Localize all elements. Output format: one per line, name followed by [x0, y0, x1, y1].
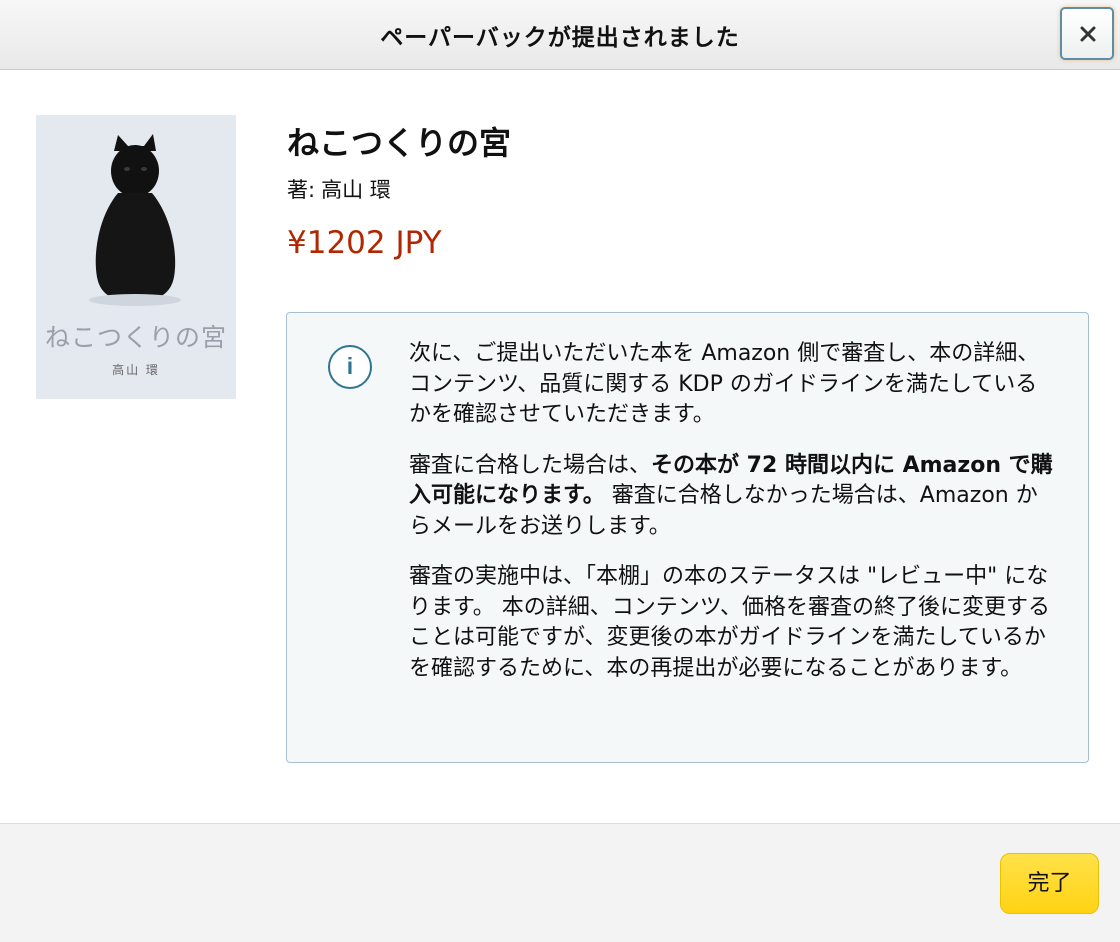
- info-icon: i: [328, 345, 372, 389]
- dialog-footer: [0, 823, 1120, 942]
- review-notice-box: i 次に、ご提出いただいた本を Amazon 側で審査し、本の詳細、コンテンツ、…: [286, 312, 1089, 763]
- notice-paragraph-3: 審査の実施中は、「本棚」の本のステータスは "レビュー中" になります。 本の詳…: [409, 564, 1051, 681]
- dialog-title: ペーパーバックが提出されました: [380, 25, 740, 51]
- close-icon: [1080, 26, 1096, 42]
- author-name: 高山 環: [321, 178, 391, 202]
- book-title: ねこつくりの宮: [287, 124, 512, 162]
- notice-paragraph-2-lead: 審査に合格した場合は、: [409, 452, 652, 478]
- cat-illustration: [89, 134, 181, 306]
- book-price: ¥1202 JPY: [287, 225, 442, 261]
- book-cover: ねこつくりの宮 高山 環: [36, 115, 236, 399]
- cover-author: 高山 環: [112, 363, 160, 377]
- notice-paragraph-1: 次に、ご提出いただいた本を Amazon 側で審査し、本の詳細、コンテンツ、品質…: [409, 341, 1040, 427]
- book-author-line: 著: 高山 環: [287, 174, 391, 204]
- notice-text: 次に、ご提出いただいた本を Amazon 側で審査し、本の詳細、コンテンツ、品質…: [409, 339, 1059, 704]
- author-prefix: 著:: [287, 178, 316, 202]
- cover-title: ねこつくりの宮: [44, 323, 227, 352]
- close-button[interactable]: [1060, 7, 1114, 60]
- dialog-header: ペーパーバックが提出されました: [0, 0, 1120, 70]
- done-button[interactable]: 完了: [1000, 853, 1099, 914]
- notice-paragraph-2: 審査に合格した場合は、その本が 72 時間以内に Amazon で購入可能になり…: [409, 451, 1059, 543]
- info-icon-glyph: i: [346, 353, 354, 379]
